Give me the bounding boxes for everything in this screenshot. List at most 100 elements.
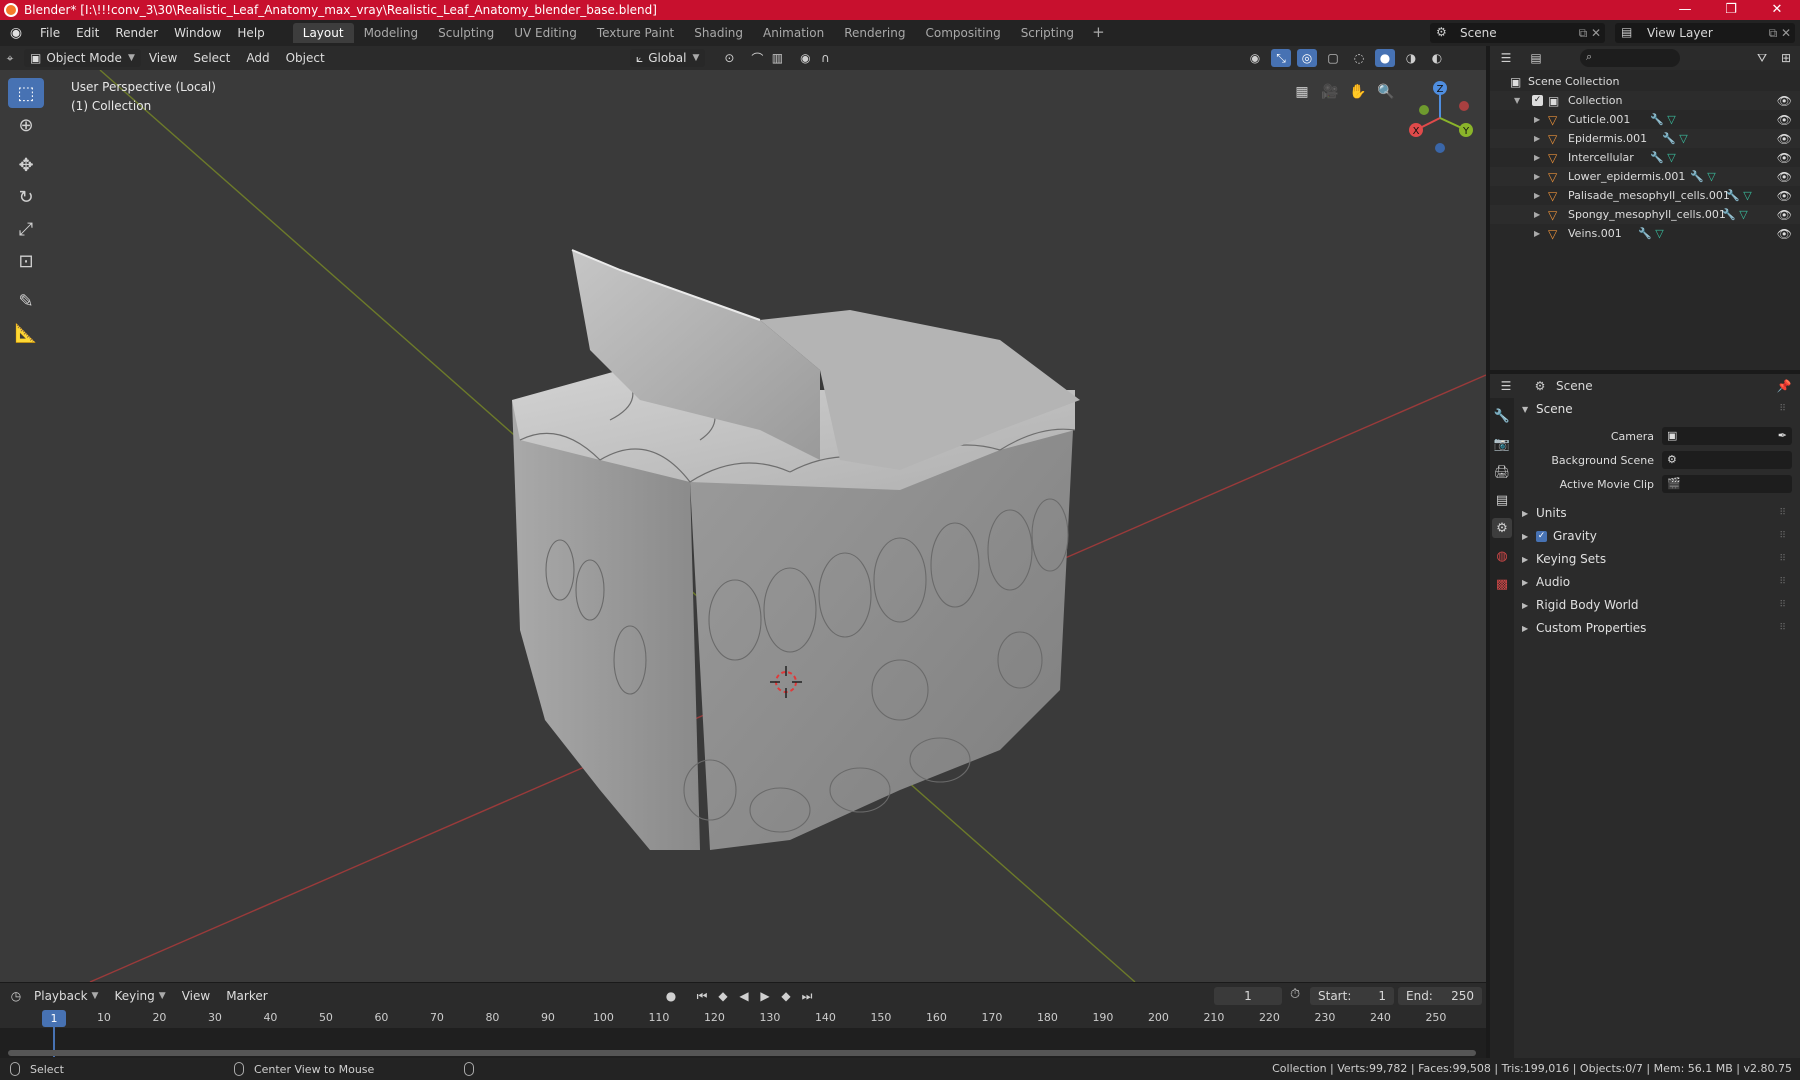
outliner-object-row[interactable]: ▶ ▽ Spongy_mesophyll_cells.001 🔧 ▽ 👁 bbox=[1490, 205, 1800, 224]
zoom-icon[interactable]: 🔍 bbox=[1374, 80, 1398, 104]
tab-scripting[interactable]: Scripting bbox=[1011, 23, 1084, 43]
timeline-body[interactable]: 1 10 20 30 40 50 60 70 80 90 100 110 120 130 140 150 16… bbox=[0, 1008, 1486, 1058]
outliner-object-row[interactable]: ▶ ▽ Lower_epidermis.001 🔧 ▽ 👁 bbox=[1490, 167, 1800, 186]
wireframe-shading-icon[interactable]: ◌ bbox=[1349, 49, 1369, 67]
menu-edit[interactable]: Edit bbox=[68, 26, 107, 40]
tab-layout[interactable]: Layout bbox=[292, 23, 354, 43]
overlay-toggle-icon[interactable]: ◎ bbox=[1297, 49, 1317, 67]
view-layer-actions-icon[interactable]: ⧉ ✕ bbox=[1769, 26, 1791, 41]
editor-type-icon[interactable]: ⌖ bbox=[0, 49, 20, 67]
panel-audio-header[interactable]: ▶ Audio ⠿ bbox=[1522, 571, 1792, 593]
axis-navigation-gizmo[interactable]: Z X Y bbox=[1400, 76, 1480, 156]
timeline-ruler[interactable]: 1 10 20 30 40 50 60 70 80 90 100 110 120 130 140 150 16… bbox=[0, 1008, 1486, 1028]
outliner-scene-collection[interactable]: ▣ Scene Collection bbox=[1490, 72, 1800, 91]
visibility-eye-icon[interactable]: 👁 bbox=[1777, 189, 1792, 203]
expand-arrow-icon[interactable]: ▶ bbox=[1534, 191, 1540, 200]
scene-tab-icon[interactable]: ⚙ bbox=[1492, 518, 1512, 538]
pin-icon[interactable]: 📌 bbox=[1774, 377, 1794, 395]
filter-icon[interactable]: ⛛ bbox=[1752, 49, 1772, 67]
outliner-collection[interactable]: ▼ ✓ ▣ Collection 👁 bbox=[1490, 91, 1800, 110]
visibility-eye-icon[interactable]: 👁 bbox=[1777, 94, 1792, 108]
blender-logo-icon[interactable]: ◉ bbox=[8, 25, 24, 41]
menu-playback[interactable]: Playback ▼ bbox=[26, 989, 106, 1003]
outliner-object-row[interactable]: ▶ ▽ Intercellular 🔧 ▽ 👁 bbox=[1490, 148, 1800, 167]
cursor-tool-icon[interactable]: ⊕ bbox=[8, 110, 44, 140]
drag-grip-icon[interactable]: ⠿ bbox=[1779, 508, 1786, 518]
visibility-eye-icon[interactable]: 👁 bbox=[1777, 227, 1792, 241]
outliner-editor-icon[interactable]: ☰ bbox=[1496, 49, 1516, 67]
panel-scene-header[interactable]: ▼ Scene ⠿ bbox=[1522, 398, 1792, 420]
menu-view[interactable]: View bbox=[141, 51, 185, 65]
drag-grip-icon[interactable]: ⠿ bbox=[1779, 623, 1786, 633]
close-button[interactable]: ✕ bbox=[1754, 0, 1800, 20]
drag-grip-icon[interactable]: ⠿ bbox=[1779, 531, 1786, 541]
outliner-object-row[interactable]: ▶ ▽ Palisade_mesophyll_cells.001 🔧 ▽ 👁 bbox=[1490, 186, 1800, 205]
expand-arrow-icon[interactable]: ▶ bbox=[1534, 210, 1540, 219]
background-scene-field[interactable]: ⚙ bbox=[1662, 451, 1792, 469]
panel-custom-properties-header[interactable]: ▶ Custom Properties ⠿ bbox=[1522, 617, 1792, 639]
drag-grip-icon[interactable]: ⠿ bbox=[1779, 600, 1786, 610]
select-box-tool-icon[interactable]: ⬚ bbox=[8, 78, 44, 108]
xray-toggle-icon[interactable]: ▢ bbox=[1323, 49, 1343, 67]
timeline-editor-icon[interactable]: ◷ bbox=[6, 987, 26, 1005]
tab-modeling[interactable]: Modeling bbox=[354, 23, 429, 43]
view-layer-selector[interactable]: ▤ View Layer ⧉ ✕ bbox=[1615, 23, 1795, 43]
drag-grip-icon[interactable]: ⠿ bbox=[1779, 404, 1786, 414]
measure-tool-icon[interactable]: 📐 bbox=[8, 318, 44, 348]
view-layer-tab-icon[interactable]: ▤ bbox=[1492, 490, 1512, 510]
expand-arrow-icon[interactable]: ▶ bbox=[1534, 115, 1540, 124]
menu-window[interactable]: Window bbox=[166, 26, 229, 40]
expand-arrow-icon[interactable]: ▶ bbox=[1534, 153, 1540, 162]
tab-animation[interactable]: Animation bbox=[753, 23, 834, 43]
drag-grip-icon[interactable]: ⠿ bbox=[1779, 577, 1786, 587]
play-icon[interactable]: ▶ bbox=[756, 987, 774, 1005]
transform-orientation-dropdown[interactable]: ⟀ Global ▼ bbox=[630, 49, 706, 67]
timeline-scrollbar[interactable] bbox=[8, 1050, 1476, 1056]
active-movie-clip-field[interactable]: 🎬 bbox=[1662, 475, 1792, 493]
end-frame-field[interactable]: End: 250 bbox=[1398, 987, 1482, 1005]
proportional-editing-icon[interactable]: ◉ bbox=[795, 49, 815, 67]
expand-arrow-icon[interactable]: ▼ bbox=[1514, 96, 1520, 105]
jump-end-icon[interactable]: ⏭ bbox=[798, 987, 816, 1005]
drag-grip-icon[interactable]: ⠿ bbox=[1779, 554, 1786, 564]
texture-tab-icon[interactable]: ▩ bbox=[1492, 574, 1512, 594]
tab-texture-paint[interactable]: Texture Paint bbox=[587, 23, 684, 43]
rotate-tool-icon[interactable]: ↻ bbox=[8, 182, 44, 212]
menu-add[interactable]: Add bbox=[238, 51, 277, 65]
play-reverse-icon[interactable]: ◀ bbox=[735, 987, 753, 1005]
menu-render[interactable]: Render bbox=[107, 26, 166, 40]
panel-rigid-body-world-header[interactable]: ▶ Rigid Body World ⠿ bbox=[1522, 594, 1792, 616]
object-mode-dropdown[interactable]: ▣ Object Mode ▼ bbox=[24, 49, 141, 67]
menu-select[interactable]: Select bbox=[185, 51, 238, 65]
outliner-object-row[interactable]: ▶ ▽ Epidermis.001 🔧 ▽ 👁 bbox=[1490, 129, 1800, 148]
visibility-eye-icon[interactable]: 👁 bbox=[1777, 170, 1792, 184]
render-tab-icon[interactable]: 📷 bbox=[1492, 434, 1512, 454]
outliner-object-row[interactable]: ▶ ▽ Cuticle.001 🔧 ▽ 👁 bbox=[1490, 110, 1800, 129]
camera-field[interactable]: ▣ ✒ bbox=[1662, 427, 1792, 445]
scene-selector[interactable]: ⚙ Scene ⧉ ✕ bbox=[1430, 23, 1605, 43]
tab-shading[interactable]: Shading bbox=[684, 23, 753, 43]
transform-tool-icon[interactable]: ⊡ bbox=[8, 246, 44, 276]
collection-checkbox[interactable]: ✓ bbox=[1532, 95, 1543, 106]
scene-actions-icon[interactable]: ⧉ ✕ bbox=[1579, 26, 1601, 41]
display-mode-icon[interactable]: ▤ bbox=[1526, 49, 1546, 67]
3d-viewport[interactable]: User Perspective (Local) (1) Collection … bbox=[0, 70, 1486, 982]
output-tab-icon[interactable]: 🖨 bbox=[1492, 462, 1512, 482]
current-frame-field[interactable]: 1 bbox=[1214, 987, 1282, 1005]
minimize-button[interactable]: — bbox=[1662, 0, 1708, 20]
tab-compositing[interactable]: Compositing bbox=[915, 23, 1010, 43]
tab-sculpting[interactable]: Sculpting bbox=[428, 23, 504, 43]
snap-icon[interactable]: ⌒ bbox=[747, 49, 767, 67]
scale-tool-icon[interactable]: ⤢ bbox=[8, 214, 44, 244]
stopwatch-icon[interactable]: ⏱ bbox=[1290, 987, 1300, 1002]
rendered-shading-icon[interactable]: ◐ bbox=[1427, 49, 1447, 67]
record-icon[interactable]: ● bbox=[662, 987, 680, 1005]
gravity-checkbox[interactable]: ✓ bbox=[1536, 530, 1547, 542]
menu-file[interactable]: File bbox=[32, 26, 68, 40]
pan-hand-icon[interactable]: ✋ bbox=[1346, 80, 1370, 104]
jump-keyframe-forward-icon[interactable]: ◆ bbox=[777, 987, 795, 1005]
add-workspace-button[interactable]: + bbox=[1084, 23, 1113, 43]
visibility-eye-icon[interactable]: 👁 bbox=[1777, 151, 1792, 165]
menu-keying[interactable]: Keying ▼ bbox=[106, 989, 173, 1003]
annotate-tool-icon[interactable]: ✎ bbox=[8, 286, 44, 316]
